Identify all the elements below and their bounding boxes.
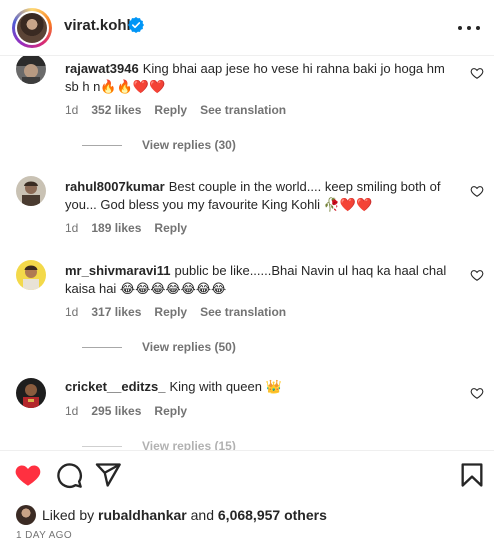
share-icon[interactable] xyxy=(94,461,122,489)
comment-username[interactable]: cricket__editzs_ xyxy=(65,379,165,394)
post-header: virat.kohli xyxy=(0,0,494,56)
comment-like-icon[interactable] xyxy=(470,386,484,400)
comment-meta: 1d 295 likes Reply xyxy=(65,404,187,418)
comment-like-icon[interactable] xyxy=(470,184,484,198)
verified-badge-icon xyxy=(128,17,144,33)
bookmark-icon[interactable] xyxy=(458,461,486,489)
comment-avatar[interactable] xyxy=(16,378,46,408)
view-replies-button[interactable]: View replies (50) xyxy=(82,340,236,354)
comment-username[interactable]: mr_shivmaravi11 xyxy=(65,263,171,278)
comment-icon[interactable] xyxy=(55,461,83,489)
comment-like-icon[interactable] xyxy=(470,66,484,80)
liker-avatar[interactable] xyxy=(16,505,36,525)
more-horizontal-icon[interactable] xyxy=(458,18,480,38)
comment-meta: 1d 189 likes Reply xyxy=(65,221,187,235)
liked-by-summary: Liked by rubaldhankar and 6,068,957 othe… xyxy=(16,505,327,525)
view-replies-button[interactable]: View replies (30) xyxy=(82,138,236,152)
comment-meta: 1d 352 likes Reply See translation xyxy=(65,103,286,117)
post-timestamp: 1 DAY AGO xyxy=(16,530,73,541)
comment-meta: 1d 317 likes Reply See translation xyxy=(65,305,286,319)
see-translation-button[interactable]: See translation xyxy=(200,305,286,319)
reply-button[interactable]: Reply xyxy=(154,305,187,319)
comment-avatar[interactable] xyxy=(16,176,46,206)
comment-age: 1d xyxy=(65,221,79,235)
comment-avatar[interactable] xyxy=(16,260,46,290)
liker-username[interactable]: rubaldhankar xyxy=(98,507,187,523)
comment-avatar[interactable] xyxy=(16,56,46,84)
comment-like-icon[interactable] xyxy=(470,268,484,282)
reply-button[interactable]: Reply xyxy=(154,221,187,235)
comment-likes[interactable]: 189 likes xyxy=(91,221,141,235)
likes-count[interactable]: 6,068,957 others xyxy=(218,507,327,523)
reply-button[interactable]: Reply xyxy=(154,404,187,418)
comment-age: 1d xyxy=(65,404,79,418)
comment-likes[interactable]: 295 likes xyxy=(91,404,141,418)
comments-list[interactable]: rajawat3946 King bhai aap jese ho vese hi… xyxy=(0,56,494,450)
comment-age: 1d xyxy=(65,305,79,319)
heart-filled-icon[interactable] xyxy=(14,461,42,489)
comment-age: 1d xyxy=(65,103,79,117)
comment-body: King with queen 👑 xyxy=(169,379,282,394)
comment-username[interactable]: rajawat3946 xyxy=(65,61,139,76)
post-actions: Liked by rubaldhankar and 6,068,957 othe… xyxy=(0,450,494,546)
profile-avatar[interactable] xyxy=(12,8,52,48)
comment-likes[interactable]: 352 likes xyxy=(91,103,141,117)
comment-username[interactable]: rahul8007kumar xyxy=(65,179,165,194)
view-replies-button[interactable]: View replies (15) xyxy=(82,439,236,450)
see-translation-button[interactable]: See translation xyxy=(200,103,286,117)
post-username[interactable]: virat.kohli xyxy=(64,17,135,34)
comment-likes[interactable]: 317 likes xyxy=(91,305,141,319)
reply-button[interactable]: Reply xyxy=(154,103,187,117)
